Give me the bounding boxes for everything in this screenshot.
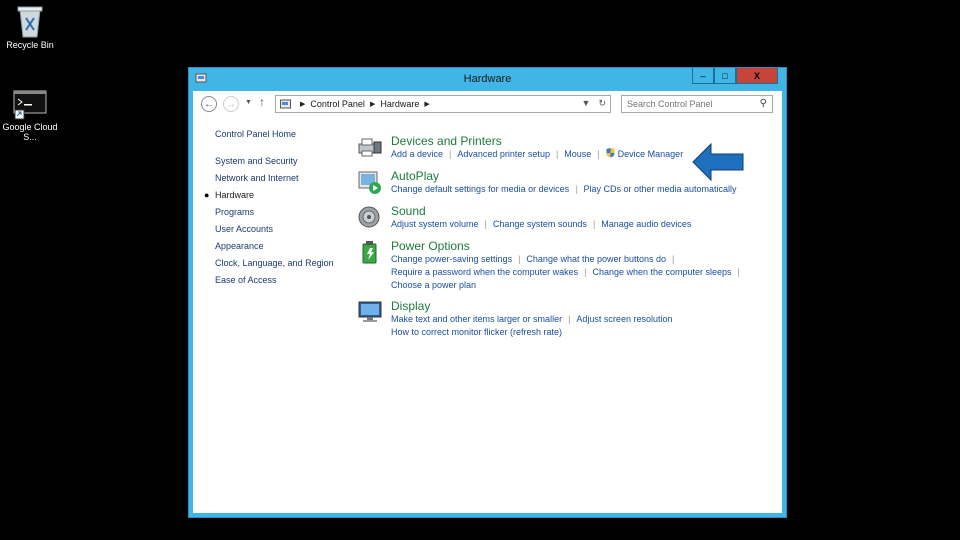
breadcrumb-separator-icon[interactable]: ▶: [300, 100, 305, 108]
breadcrumb-separator-icon[interactable]: ▶: [424, 100, 429, 108]
link-separator: |: [449, 149, 452, 159]
desktop-icon-label: Google Cloud S...: [2, 122, 58, 142]
link-adjust-system-volume[interactable]: Adjust system volume: [391, 219, 479, 229]
link-separator: |: [672, 254, 675, 264]
link-require-password-on-wake[interactable]: Require a password when the computer wak…: [391, 267, 578, 277]
nav-ease-of-access[interactable]: Ease of Access: [215, 275, 345, 292]
up-button[interactable]: ↑: [259, 95, 265, 109]
control-panel-window: Hardware – □ X ← → ▼ ↑ ▶ Control Panel ▶…: [188, 67, 787, 518]
link-correct-monitor-flicker[interactable]: How to correct monitor flicker (refresh …: [391, 327, 562, 337]
refresh-icon[interactable]: ↻: [598, 98, 606, 109]
navigation-bar: ← → ▼ ↑ ▶ Control Panel ▶ Hardware ▶ ▼ ↻: [193, 91, 782, 119]
link-separator: |: [555, 149, 559, 159]
link-separator: |: [518, 254, 521, 264]
link-separator: |: [597, 149, 600, 159]
category-title[interactable]: Sound: [391, 204, 426, 218]
link-adjust-screen-resolution[interactable]: Adjust screen resolution: [576, 314, 672, 324]
link-choose-power-plan[interactable]: Choose a power plan: [391, 280, 476, 290]
breadcrumb-hardware[interactable]: Hardware: [380, 99, 419, 109]
left-navigation: Control Panel Home System and Security N…: [204, 129, 345, 292]
maximize-button[interactable]: □: [714, 68, 736, 84]
nav-clock-language-region[interactable]: Clock, Language, and Region: [215, 258, 345, 275]
monitor-icon: [358, 301, 382, 322]
link-change-when-computer-sleeps[interactable]: Change when the computer sleeps: [592, 267, 731, 277]
search-icon[interactable]: ⚲: [760, 98, 767, 109]
nav-item-label: User Accounts: [215, 224, 274, 234]
nav-appearance[interactable]: Appearance: [215, 241, 345, 258]
desktop-icon-google-cloud[interactable]: Google Cloud S...: [0, 90, 60, 142]
category-title[interactable]: Power Options: [391, 239, 470, 253]
nav-system-and-security[interactable]: System and Security: [215, 156, 345, 173]
link-mouse[interactable]: Mouse: [564, 149, 591, 159]
nav-item-label: Programs: [215, 207, 255, 217]
link-make-text-larger[interactable]: Make text and other items larger or smal…: [391, 314, 562, 324]
link-change-power-buttons[interactable]: Change what the power buttons do: [526, 254, 666, 264]
nav-item-label: Ease of Access: [215, 275, 277, 285]
nav-item-label: System and Security: [215, 156, 298, 166]
search-input[interactable]: Search Control Panel ⚲: [621, 95, 773, 113]
link-separator: |: [584, 267, 587, 277]
breadcrumb-separator-icon[interactable]: ▶: [370, 100, 375, 108]
control-panel-icon: [280, 99, 291, 109]
link-separator: |: [737, 267, 740, 277]
nav-item-label: Network and Internet: [215, 173, 299, 183]
control-panel-home-link[interactable]: Control Panel Home: [215, 129, 345, 139]
link-manage-audio-devices[interactable]: Manage audio devices: [601, 219, 691, 229]
link-separator: |: [575, 184, 578, 194]
minimize-button[interactable]: –: [692, 68, 714, 84]
nav-programs[interactable]: Programs: [215, 207, 345, 224]
link-play-cds-automatically[interactable]: Play CDs or other media automatically: [583, 184, 736, 194]
close-button[interactable]: X: [736, 68, 778, 84]
address-dropdown-icon[interactable]: ▼: [582, 98, 591, 109]
annotation-arrow-icon: [692, 142, 744, 182]
back-button[interactable]: ←: [201, 96, 217, 112]
nav-item-label: Appearance: [215, 241, 264, 251]
search-placeholder: Search Control Panel: [627, 99, 713, 109]
terminal-icon: [13, 90, 47, 120]
desktop-icon-recycle-bin[interactable]: Recycle Bin: [0, 4, 60, 50]
autoplay-icon: [358, 171, 381, 194]
link-separator: |: [484, 219, 487, 229]
title-bar[interactable]: Hardware – □ X: [189, 68, 786, 90]
forward-button[interactable]: →: [223, 96, 239, 112]
breadcrumb-control-panel[interactable]: Control Panel: [310, 99, 365, 109]
recent-pages-dropdown-icon[interactable]: ▼: [245, 99, 252, 106]
recycle-bin-icon: [17, 6, 43, 38]
nav-item-label: Clock, Language, and Region: [215, 258, 334, 268]
link-add-a-device[interactable]: Add a device: [391, 149, 443, 159]
nav-item-label: Hardware: [215, 190, 255, 200]
link-change-default-settings[interactable]: Change default settings for media or dev…: [391, 184, 569, 194]
category-title[interactable]: Devices and Printers: [391, 134, 502, 148]
current-item-bullet-icon: ●: [204, 190, 210, 200]
link-change-system-sounds[interactable]: Change system sounds: [493, 219, 587, 229]
link-advanced-printer-setup[interactable]: Advanced printer setup: [457, 149, 550, 159]
desktop-icon-label: Recycle Bin: [6, 40, 54, 50]
address-bar[interactable]: ▶ Control Panel ▶ Hardware ▶ ▼ ↻: [275, 95, 611, 113]
link-device-manager[interactable]: Device Manager: [618, 149, 684, 159]
nav-network-and-internet[interactable]: Network and Internet: [215, 173, 345, 190]
battery-icon: [362, 241, 377, 264]
speaker-icon: [358, 206, 380, 228]
link-separator: |: [592, 219, 596, 229]
category-title[interactable]: Display: [391, 299, 430, 313]
printer-icon: [358, 138, 382, 157]
link-change-power-saving-settings[interactable]: Change power-saving settings: [391, 254, 512, 264]
link-separator: |: [568, 314, 571, 324]
category-title[interactable]: AutoPlay: [391, 169, 439, 183]
nav-hardware[interactable]: ● Hardware: [204, 190, 345, 207]
nav-user-accounts[interactable]: User Accounts: [215, 224, 345, 241]
uac-shield-icon: [606, 148, 615, 158]
